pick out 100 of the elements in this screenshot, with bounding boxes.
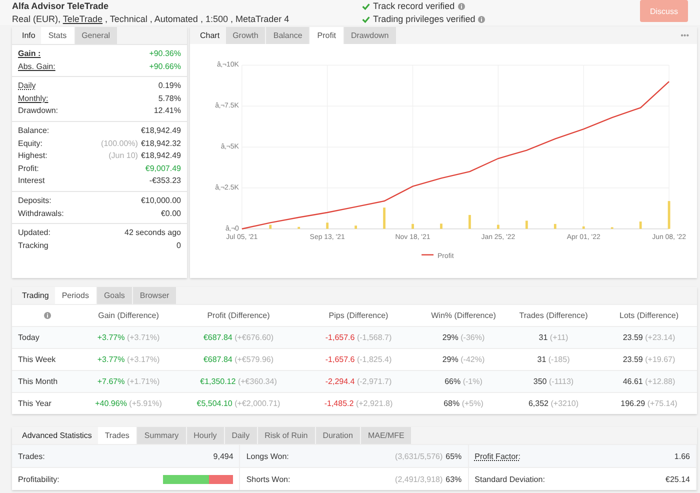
tab[interactable]: Periods — [54, 287, 96, 304]
table-cell-text: -1,485.2 (+2,921.8) — [323, 399, 394, 408]
info-icon[interactable] — [478, 16, 486, 23]
stat-label: Trades: — [18, 452, 45, 460]
stat-value: +90.36% — [149, 48, 181, 60]
table-cell-text: 31 (+11) — [538, 333, 570, 342]
stat-value: 1.66 — [674, 452, 690, 460]
panel-title: Info — [21, 30, 36, 42]
stat-value: €18,942.49 — [140, 124, 181, 137]
table-cell-text: €687.84 (+€579.96) — [202, 355, 275, 364]
stat-value: 0.19% — [158, 80, 181, 92]
table-cell-text: -1,657.6 (-1,825.4) — [324, 355, 393, 364]
stat-label: Equity: — [18, 138, 42, 150]
stat-label: Profit Factor: — [474, 452, 520, 460]
profit-bar — [440, 224, 442, 229]
period-cell-text: This Year — [17, 399, 52, 408]
column-header: Pips (Difference) — [328, 311, 390, 320]
info-icon[interactable] — [44, 312, 50, 319]
profit-bar — [497, 224, 500, 229]
tab[interactable]: Balance — [266, 27, 310, 44]
tab[interactable]: Browser — [132, 287, 176, 304]
advisor-title: Alfa Advisor TeleTrade — [12, 0, 110, 13]
verification-label: Trading privileges verified — [373, 13, 476, 26]
stat-label: Longs Won: — [246, 452, 289, 460]
tab[interactable]: Daily — [224, 427, 257, 444]
info-icon[interactable] — [458, 3, 465, 10]
profit-bar — [298, 226, 300, 229]
tab[interactable]: Stats — [41, 27, 74, 44]
tab[interactable]: Growth — [226, 27, 266, 44]
table-cell-text: 68% (+5%) — [442, 399, 484, 408]
stat-label: Withdrawals: — [18, 208, 64, 220]
tab[interactable]: Trades — [98, 427, 136, 444]
broker-link[interactable]: TeleTrade — [62, 14, 103, 24]
table-cell-text: 6,352 (+3210) — [527, 399, 580, 408]
tab[interactable]: Summary — [137, 427, 186, 444]
stat-label: Deposits: — [18, 194, 52, 207]
table-cell-text: 46.61 (+12.88) — [622, 377, 676, 386]
profit-bar — [668, 201, 670, 229]
table-cell-text: 29% (-36%) — [441, 333, 486, 342]
table-cell-text: 29% (-42%) — [441, 355, 486, 364]
stat-value: €0.00 — [160, 208, 181, 220]
tab[interactable]: General — [74, 27, 118, 44]
panel-title: Advanced Statistics — [21, 430, 93, 442]
period-cell-text: This Week — [17, 355, 57, 364]
tab[interactable]: Profit — [310, 27, 343, 44]
table-cell-text: +3.77% (+3.17%) — [96, 355, 161, 364]
stat-label: Gain : — [18, 48, 41, 60]
column-header: Trades (Difference) — [518, 311, 589, 320]
profit-bar — [639, 222, 642, 229]
stat-label: Updated: — [18, 227, 50, 240]
table-cell-text: 66% (-1%) — [444, 377, 484, 386]
more-menu[interactable]: ••• — [672, 27, 697, 44]
stat-note: (3,631/5,576) — [395, 452, 443, 460]
table-cell-text: +7.67% (+1.71%) — [96, 377, 161, 386]
stat-note: (Jun 10) — [108, 150, 138, 162]
legend-line — [422, 254, 434, 256]
tab[interactable]: Drawdown — [344, 27, 396, 44]
tab[interactable]: Hourly — [186, 427, 224, 444]
stat-value: €25.14 — [666, 474, 690, 484]
stat-value: 63% — [446, 474, 462, 484]
stat-value: €18,942.49 — [140, 150, 181, 162]
table-cell-text: 23.59 (+23.14) — [622, 333, 676, 342]
stat-label: Standard Deviation: — [474, 474, 545, 484]
profit-bar — [468, 214, 471, 229]
stat-value: 42 seconds ago — [124, 227, 181, 240]
stat-label: Tracking — [18, 240, 48, 252]
stat-note: (100.00%) — [101, 138, 138, 150]
table-cell-text: -2,294.4 (-2,971.7) — [324, 377, 393, 386]
column-header: Profit (Difference) — [206, 311, 271, 320]
tab[interactable]: Goals — [96, 287, 132, 304]
table-cell-text: +3.77% (+3.71%) — [96, 333, 161, 342]
stat-value: 12.41% — [154, 105, 181, 118]
stat-label: Profit: — [18, 162, 39, 175]
profit-bar — [269, 224, 272, 229]
verification-label: Track record verified — [373, 0, 455, 13]
stat-label: Interest — [18, 175, 45, 188]
profit-bar — [554, 224, 556, 229]
stat-label: Balance: — [18, 124, 50, 137]
stat-note: (2,491/3,918) — [395, 474, 443, 484]
table-cell-text: €1,350.12 (+€360.34) — [199, 377, 278, 386]
column-header: Win% (Difference) — [430, 311, 497, 320]
profit-bar — [525, 220, 528, 229]
period-cell-text: This Month — [17, 377, 59, 386]
profit-bar — [326, 222, 329, 229]
tab[interactable]: Duration — [316, 427, 360, 444]
tab[interactable]: Risk of Ruin — [258, 427, 315, 444]
stat-value: 0 — [176, 240, 181, 252]
stat-label: Daily — [18, 80, 36, 92]
account-details: Real (EUR), TeleTrade , Technical , Automated , 1:500 , MetaTrader 4 — [12, 13, 290, 26]
stat-label: Monthly: — [18, 92, 48, 105]
stat-label: Highest: — [18, 150, 48, 162]
column-header: Gain (Difference) — [97, 311, 160, 320]
profit-bar — [354, 226, 357, 229]
tab[interactable]: MAE/MFE — [360, 427, 412, 444]
table-cell-text: +40.96% (+5.91%) — [94, 399, 163, 408]
stat-value: 9,494 — [213, 452, 234, 460]
table-cell-text: 31 (-185) — [536, 355, 571, 364]
stat-label: Profitability: — [18, 474, 60, 484]
profit-bar — [412, 224, 414, 229]
stat-value: €9,007.49 — [145, 162, 181, 175]
